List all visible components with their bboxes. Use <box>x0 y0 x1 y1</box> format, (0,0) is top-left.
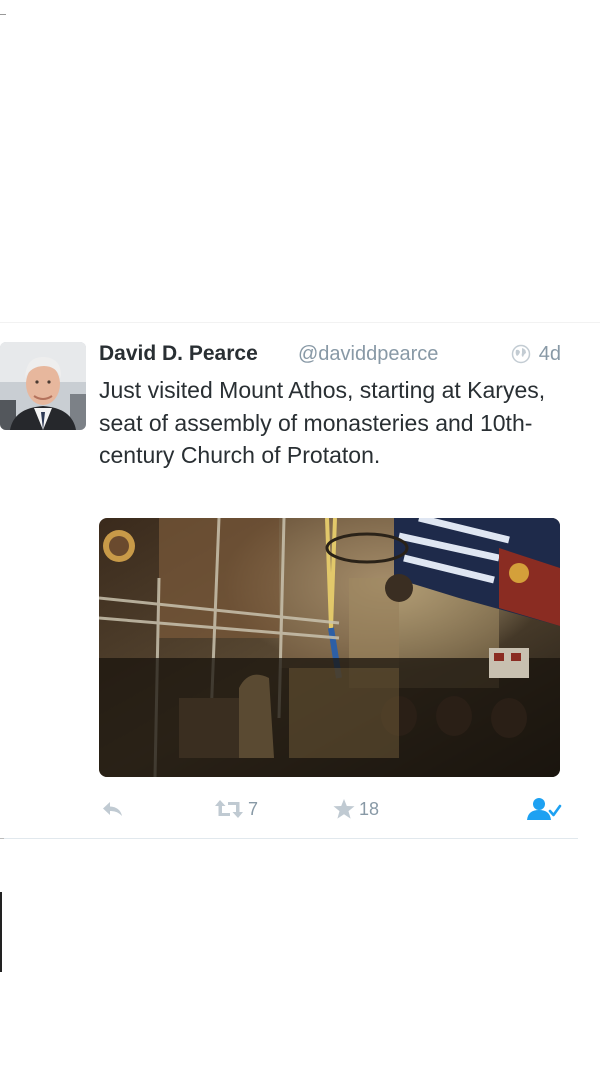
edge-mark <box>0 892 2 972</box>
reply-button[interactable] <box>101 794 125 824</box>
retweet-button[interactable]: 7 <box>213 794 258 824</box>
reply-icon <box>103 802 122 816</box>
retweet-count: 7 <box>248 798 259 819</box>
tweet-header: David D. Pearce @daviddpearce 4d <box>99 340 561 372</box>
follow-user-icon <box>527 798 562 820</box>
follow-button[interactable] <box>526 794 562 824</box>
favorite-count: 18 <box>359 798 380 819</box>
divider <box>0 322 600 323</box>
divider <box>0 838 578 839</box>
tweet-card[interactable]: David D. Pearce @daviddpearce 4d Just vi… <box>0 322 600 839</box>
star-icon <box>333 799 355 819</box>
tweet-text: Just visited Mount Athos, starting at Ka… <box>99 377 546 468</box>
favorite-button[interactable]: 18 <box>332 794 379 824</box>
avatar[interactable] <box>0 342 86 430</box>
tweet-photo[interactable] <box>99 518 560 777</box>
globe-icon <box>511 344 530 364</box>
tweet-actions: 7 18 <box>99 794 569 824</box>
tweet-time: 4d <box>538 343 561 365</box>
retweet-icon <box>215 800 243 818</box>
author-name[interactable]: David D. Pearce <box>99 342 258 366</box>
edge-mark <box>0 14 6 15</box>
timestamp-group[interactable]: 4d <box>511 343 561 369</box>
author-handle[interactable]: @daviddpearce <box>298 343 438 366</box>
edge-mark <box>0 838 4 839</box>
